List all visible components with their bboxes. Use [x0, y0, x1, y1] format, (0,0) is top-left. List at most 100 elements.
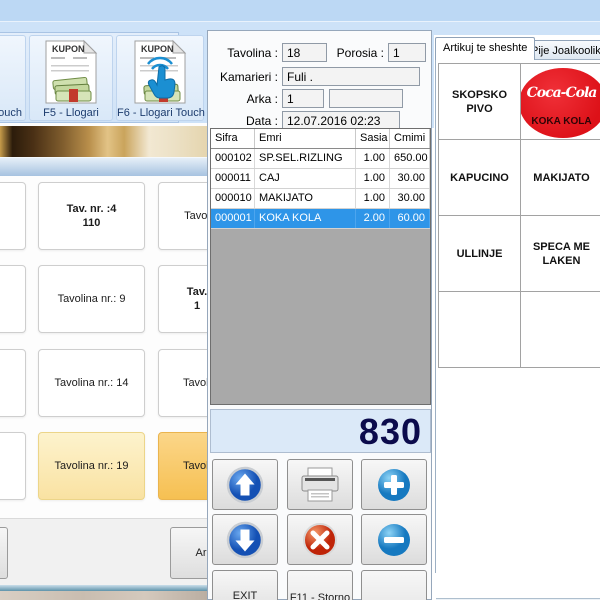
porosia-label: Porosia :	[334, 46, 384, 60]
porosia-field[interactable]: 1	[388, 43, 426, 62]
toolbar-button-label: Touch	[0, 107, 25, 119]
cell-cmimi: 60.00	[390, 209, 430, 228]
product-button-makijato[interactable]: MAKIJATO	[520, 139, 600, 216]
column-header-emri[interactable]: Emri	[255, 129, 356, 148]
table-button-tav-19[interactable]: Tavolina nr.: 19	[38, 432, 145, 500]
order-table-header: Sifra Emri Sasia Cmimi	[211, 129, 430, 149]
order-table-row[interactable]: 000011 CAJ 1.00 30.00	[211, 169, 430, 189]
move-up-button[interactable]	[212, 459, 278, 510]
order-table-row[interactable]: 000010 MAKIJATO 1.00 30.00	[211, 189, 430, 209]
product-button-ullinje[interactable]: ULLINJE	[438, 215, 521, 292]
storno-button-label: F11 - Storno	[290, 592, 350, 600]
storno-button[interactable]: F11 - Storno Incizo	[287, 570, 353, 600]
toolbar-button-label: F5 - Llogari	[30, 107, 112, 119]
table-button-tav-4[interactable]: Tav. nr. :4 110	[38, 182, 145, 250]
exit-button[interactable]: EXIT	[212, 570, 278, 600]
table-button-sublabel: 110	[83, 216, 101, 230]
toolbar-button-f6-llogari-touch[interactable]: KUPON	[116, 35, 204, 121]
table-button-partial[interactable]	[0, 349, 26, 417]
cell-cmimi: 30.00	[390, 169, 430, 188]
products-tab-page: SKOPSKO PIVO Coca-Cola KOKA KOLA KAPUCIN…	[435, 59, 600, 573]
cell-emri: CAJ	[255, 169, 356, 188]
incizo-button[interactable]: F9 - Incizo	[361, 570, 427, 600]
kamarieri-field[interactable]: Fuli .	[282, 67, 420, 86]
total-amount: 830	[359, 411, 422, 453]
toolbar-button-f5-llogari[interactable]: KUPON F5 - Llogari	[29, 35, 113, 121]
data-label: Data :	[230, 114, 278, 128]
cell-emri: KOKA KOLA	[255, 209, 356, 228]
title-band	[0, 0, 600, 22]
order-table-row-selected[interactable]: 000001 KOKA KOLA 2.00 60.00	[211, 209, 430, 229]
arka-field[interactable]: 1	[282, 89, 324, 108]
table-button-partial[interactable]	[0, 182, 26, 250]
footer-button-partial[interactable]	[0, 527, 8, 579]
desktop-strip	[0, 591, 207, 600]
cell-cmimi: 650.00	[390, 149, 430, 168]
table-button-label: Tav.	[187, 285, 207, 299]
column-header-cmimi[interactable]: Cmimi	[390, 129, 430, 148]
product-button-empty[interactable]	[438, 291, 521, 368]
increase-quantity-button[interactable]	[361, 459, 427, 510]
column-header-sasia[interactable]: Sasia	[356, 129, 390, 148]
tavolina-field[interactable]: 18	[282, 43, 327, 62]
footer-button-partial[interactable]: Ar	[170, 527, 207, 579]
table-button-partial[interactable]: Tavoli	[158, 349, 207, 417]
table-button-partial[interactable]	[0, 265, 26, 333]
table-button-partial[interactable]	[0, 432, 26, 500]
cell-cmimi: 30.00	[390, 189, 430, 208]
cell-sifra: 000011	[211, 169, 255, 188]
tables-panel: Tav. nr. :4 110 Tavol Tavolina nr.: 9 Ta…	[0, 123, 207, 600]
product-label: KAPUCINO	[450, 171, 509, 185]
product-label: SKOPSKO PIVO	[441, 88, 518, 116]
cancel-item-button[interactable]	[287, 514, 353, 565]
left-footer-bar: Ar	[0, 518, 207, 585]
panel-divider-strip	[0, 157, 207, 176]
print-button[interactable]	[287, 459, 353, 510]
products-grid: SKOPSKO PIVO Coca-Cola KOKA KOLA KAPUCIN…	[438, 63, 600, 367]
column-header-sifra[interactable]: Sifra	[211, 129, 255, 148]
table-button-label: Tavolina nr.: 14	[55, 376, 129, 390]
product-button-koka-kola[interactable]: Coca-Cola KOKA KOLA	[520, 63, 600, 140]
cancel-icon	[300, 520, 340, 560]
coca-cola-script-text: Coca-Cola	[523, 86, 600, 100]
product-button-empty[interactable]	[520, 291, 600, 368]
table-button-sublabel: 1	[194, 299, 200, 313]
header-banner-image	[0, 126, 207, 157]
arka-label: Arka :	[230, 92, 278, 106]
table-button-partial[interactable]: Tavoli	[158, 432, 207, 500]
product-button-skopsko-pivo[interactable]: SKOPSKO PIVO	[438, 63, 521, 140]
product-label: KOKA KOLA	[523, 115, 600, 129]
product-button-speca-me-laken[interactable]: SPECA ME LAKEN	[520, 215, 600, 292]
svg-text:KUPON: KUPON	[52, 44, 85, 54]
coca-cola-logo: Coca-Cola KOKA KOLA	[523, 66, 600, 137]
cell-sasia: 2.00	[356, 209, 390, 228]
tab-artikuj-te-sheshte[interactable]: Artikuj te sheshte	[435, 37, 535, 60]
product-button-kapucino[interactable]: KAPUCINO	[438, 139, 521, 216]
decrease-quantity-button[interactable]	[361, 514, 427, 565]
products-panel: Artikuj te sheshte Pije Joalkoolike SKOP…	[434, 35, 600, 600]
table-button-label: Tavoli	[183, 459, 207, 473]
toolbar-button-label: F6 - Llogari Touch	[117, 107, 203, 119]
table-button-partial[interactable]: Tavol	[158, 182, 207, 250]
table-button-tav-14[interactable]: Tavolina nr.: 14	[38, 349, 145, 417]
move-down-button[interactable]	[212, 514, 278, 565]
table-button-label: Tavolina nr.: 9	[58, 292, 126, 306]
cell-sasia: 1.00	[356, 149, 390, 168]
cell-emri: MAKIJATO	[255, 189, 356, 208]
cell-sifra: 000010	[211, 189, 255, 208]
order-table-row[interactable]: 000102 SP.SEL.RIZLING 1.00 650.00	[211, 149, 430, 169]
kupon-receipt-money-icon: KUPON	[43, 39, 99, 105]
kupon-receipt-touch-icon: KUPON	[132, 39, 188, 105]
cell-sasia: 1.00	[356, 189, 390, 208]
table-button-label: Tavolina nr.: 19	[55, 459, 129, 473]
toolbar-group: Touch KUPON	[0, 32, 179, 123]
product-label: SPECA ME LAKEN	[523, 240, 600, 268]
table-button-label: Tavoli	[183, 376, 207, 390]
up-arrow-icon	[225, 465, 265, 505]
printer-icon	[298, 466, 342, 504]
table-button-partial[interactable]: Tav. 1	[158, 265, 207, 333]
order-items-table: Sifra Emri Sasia Cmimi 000102 SP.SEL.RIZ…	[210, 128, 431, 405]
table-button-tav-9[interactable]: Tavolina nr.: 9	[38, 265, 145, 333]
toolbar-button-touch-partial[interactable]: Touch	[0, 35, 26, 121]
arka-field-2[interactable]	[329, 89, 403, 108]
